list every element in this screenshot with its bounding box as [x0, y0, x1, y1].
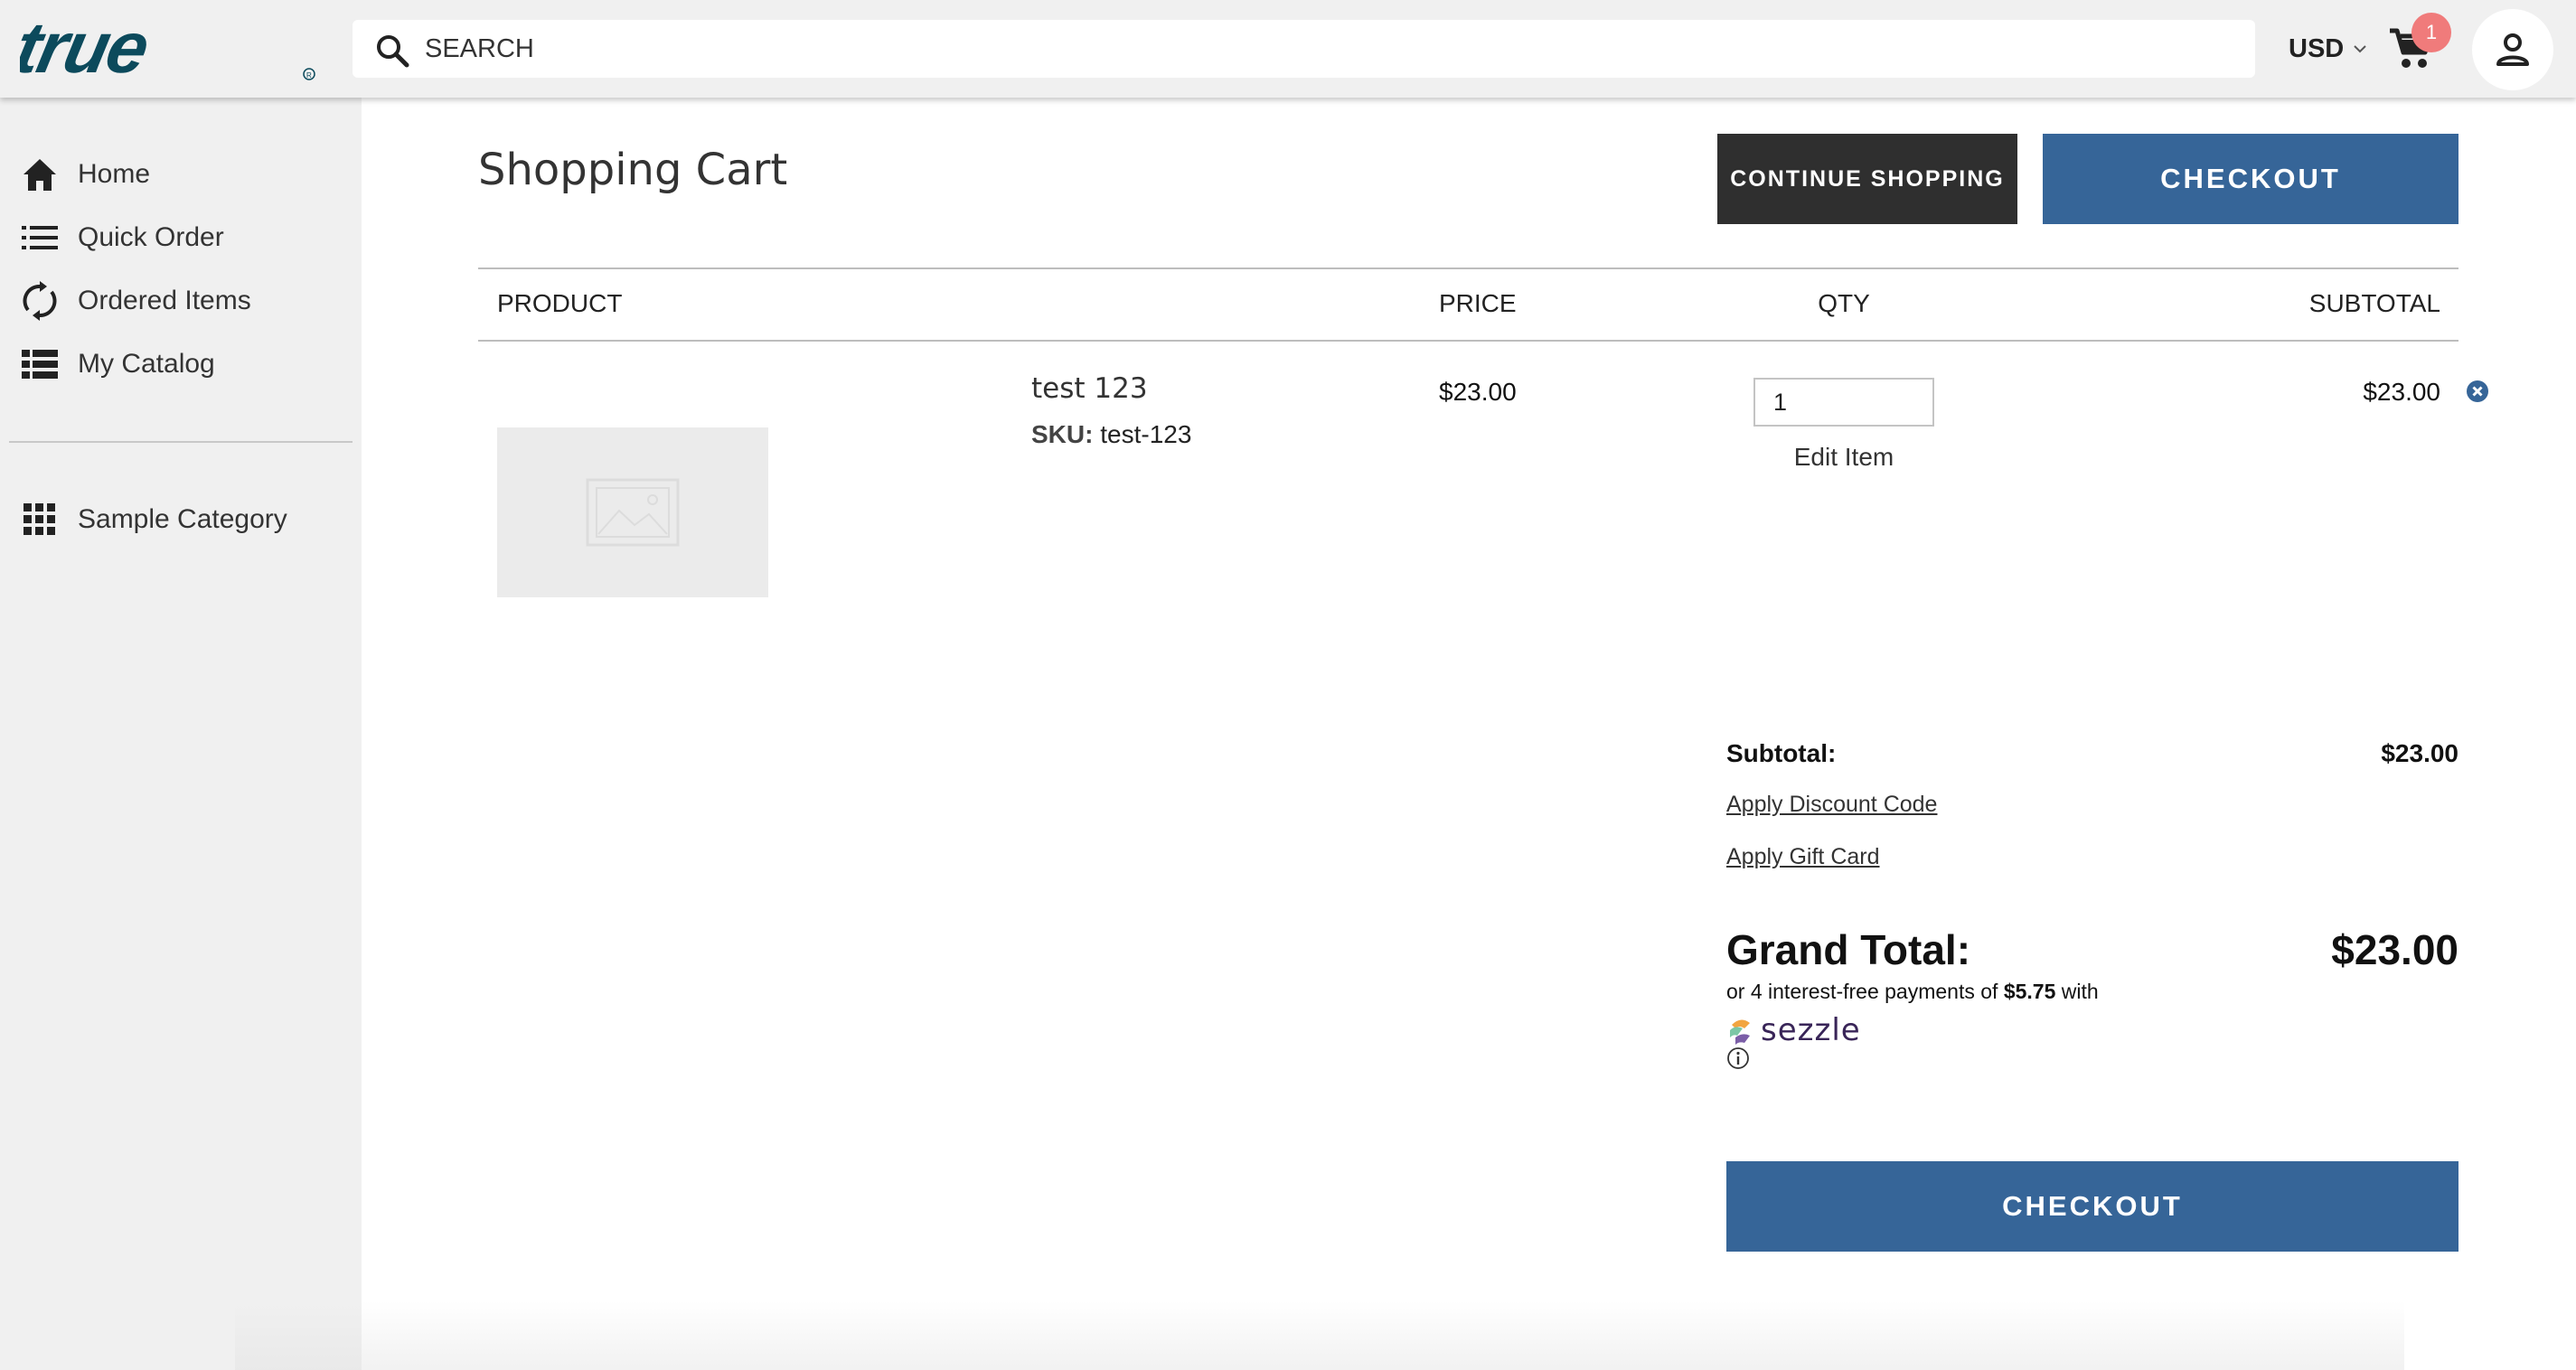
list-icon	[22, 226, 58, 249]
grid-icon	[24, 503, 55, 535]
product-sku: SKU: test-123	[1031, 420, 1191, 449]
table-top-border	[478, 267, 2458, 269]
sidebar-item-quick-order[interactable]: Quick Order	[20, 215, 345, 260]
checkout-button-bottom[interactable]: CHECKOUT	[1726, 1161, 2458, 1252]
currency-label: USD	[2289, 33, 2345, 63]
sidebar-item-my-catalog[interactable]: My Catalog	[20, 342, 345, 387]
catalog-icon	[22, 350, 58, 379]
sezzle-suffix: with	[2061, 980, 2099, 1003]
remove-item-icon[interactable]	[2466, 380, 2489, 403]
sidebar-item-ordered-items[interactable]: Ordered Items	[20, 278, 345, 324]
subtotal-value: $23.00	[2381, 739, 2458, 767]
grand-total-label: Grand Total:	[1726, 926, 1971, 973]
sezzle-wordmark: sezzle	[1761, 1012, 1861, 1048]
sidebar-item-label: Ordered Items	[78, 286, 251, 315]
sezzle-installment-text: or 4 interest-free payments of $5.75 wit…	[1726, 980, 2099, 1004]
table-header-border	[478, 340, 2458, 342]
search-icon[interactable]	[374, 33, 410, 69]
home-icon	[24, 159, 56, 191]
info-icon[interactable]	[1726, 1046, 1750, 1070]
sidebar-item-label: Home	[78, 159, 151, 189]
svg-text:true: true	[20, 16, 155, 81]
sidebar: Home Quick Order Ordered Items My Catalo…	[0, 98, 362, 1370]
chevron-down-icon	[2354, 45, 2366, 53]
sezzle-mark-icon	[1730, 1019, 1750, 1045]
sezzle-prefix: or 4 interest-free payments of	[1726, 980, 1998, 1003]
product-image-placeholder[interactable]	[497, 427, 768, 597]
subtotal-label: Subtotal:	[1726, 739, 1837, 767]
sidebar-item-sample-category[interactable]: Sample Category	[20, 497, 345, 542]
svg-text:R: R	[306, 71, 312, 80]
quantity-input[interactable]	[1753, 378, 1934, 427]
search-input[interactable]	[425, 25, 2214, 72]
product-price: $23.00	[1439, 378, 1517, 406]
search-bar	[353, 20, 2255, 78]
account-button[interactable]	[2472, 9, 2553, 90]
image-placeholder-icon	[586, 478, 680, 547]
apply-discount-code-link[interactable]: Apply Discount Code	[1726, 792, 1937, 818]
sidebar-item-label: Sample Category	[78, 504, 287, 534]
row-subtotal: $23.00	[2363, 378, 2440, 406]
column-header-product: PRODUCT	[497, 289, 623, 317]
refresh-icon	[23, 281, 57, 321]
apply-gift-card-link[interactable]: Apply Gift Card	[1726, 844, 1880, 870]
currency-selector[interactable]: USD	[2289, 31, 2367, 67]
sidebar-divider	[9, 441, 353, 443]
sku-label: SKU:	[1031, 420, 1094, 448]
column-header-price: PRICE	[1439, 289, 1517, 317]
header: true R USD 1	[0, 0, 2576, 98]
grand-total-value: $23.00	[2331, 926, 2458, 973]
sidebar-item-label: My Catalog	[78, 349, 215, 379]
checkout-button-top[interactable]: CHECKOUT	[2043, 134, 2458, 224]
product-name[interactable]: test 123	[1031, 372, 1148, 405]
sezzle-amount: $5.75	[2003, 980, 2056, 1003]
cart-count-badge: 1	[2411, 13, 2451, 52]
user-icon	[2496, 33, 2529, 66]
true-logo[interactable]: true R	[20, 16, 318, 81]
edit-item-link[interactable]: Edit Item	[1753, 443, 1934, 472]
sidebar-item-label: Quick Order	[78, 222, 224, 252]
sidebar-item-home[interactable]: Home	[20, 152, 345, 197]
continue-shopping-button[interactable]: CONTINUE SHOPPING	[1717, 134, 2017, 224]
sku-value: test-123	[1100, 420, 1192, 448]
column-header-qty: QTY	[1818, 289, 1870, 317]
bottom-shadow	[235, 1301, 2404, 1370]
page-title: Shopping Cart	[478, 145, 788, 195]
sezzle-logo[interactable]: sezzle	[1726, 1010, 1861, 1050]
column-header-subtotal: SUBTOTAL	[2308, 289, 2440, 317]
